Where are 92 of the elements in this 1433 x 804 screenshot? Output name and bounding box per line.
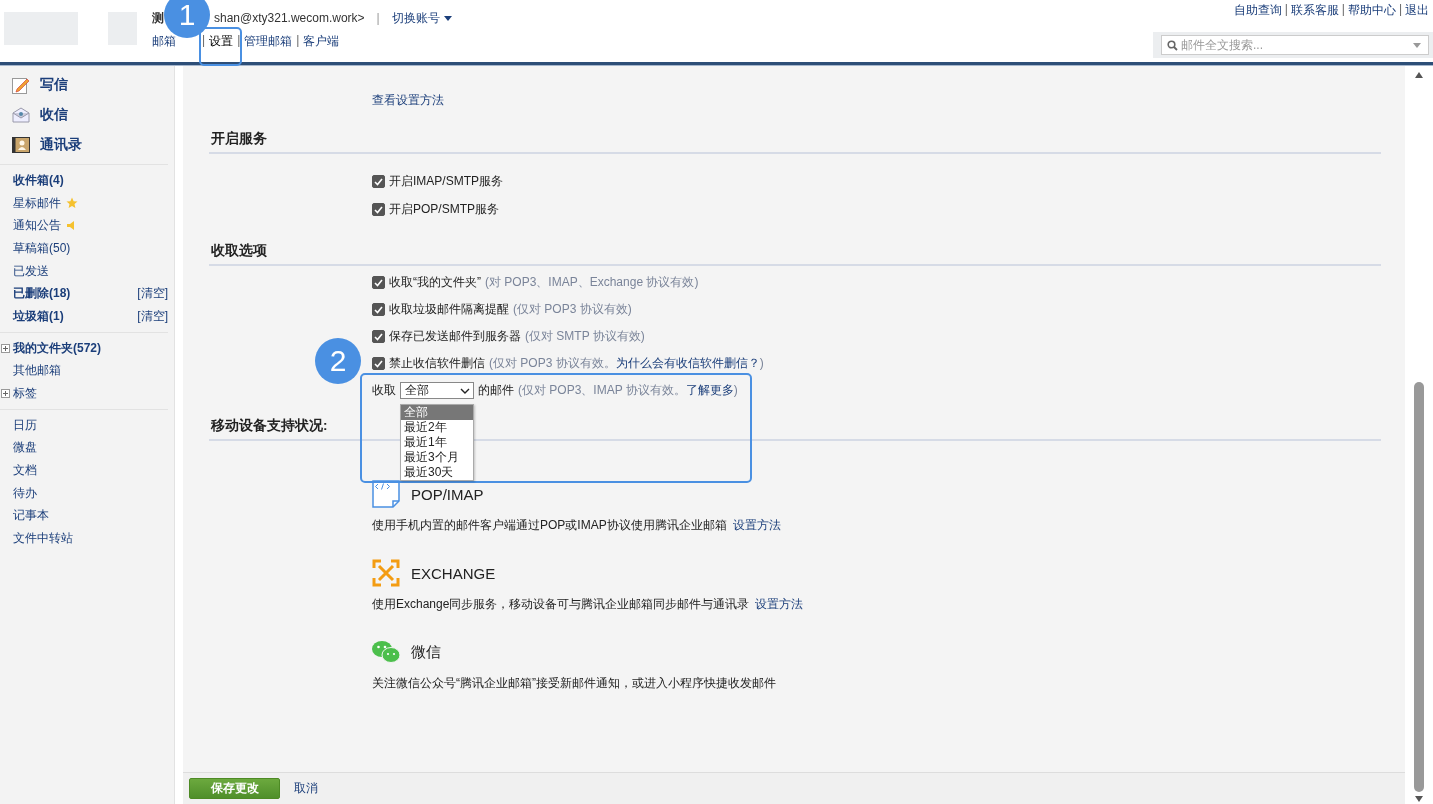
option-label: 开启POP/SMTP服务 [389, 201, 499, 218]
checkbox[interactable] [372, 276, 385, 289]
folder-link[interactable]: 已发送 [13, 262, 49, 280]
envelope-icon [12, 107, 30, 123]
nav-link[interactable]: 管理邮箱 [244, 33, 293, 50]
folder-link[interactable]: 标签 [13, 385, 37, 403]
option-label: 开启IMAP/SMTP服务 [389, 173, 503, 190]
search-field[interactable]: 邮件全文搜索... [1161, 35, 1429, 55]
folder-link[interactable]: 星标邮件 [13, 194, 61, 212]
service-name: EXCHANGE [411, 564, 496, 582]
checkbox[interactable] [372, 330, 385, 343]
top-link[interactable]: 退出 [1405, 2, 1429, 19]
option-label: 禁止收信软件删信 [389, 355, 485, 372]
folder-link[interactable]: 垃圾箱(1) [13, 307, 64, 325]
search-icon [1167, 39, 1178, 51]
option-label: 收取 [372, 382, 396, 399]
tool-link[interactable]: 记事本 [13, 507, 49, 525]
option-label: 的邮件 [478, 382, 514, 399]
folder-link[interactable]: 通知公告 [13, 217, 61, 235]
top-link[interactable]: 联系客服 [1290, 2, 1339, 19]
tool-link[interactable]: 日历 [13, 416, 37, 434]
separator: | [1284, 2, 1288, 18]
empty-folder-link[interactable]: [清空] [137, 285, 168, 303]
folder-link[interactable]: 我的文件夹(572) [13, 339, 101, 357]
service-name: POP/IMAP [411, 485, 484, 503]
chat-bubbles-icon [372, 640, 400, 664]
tool-link[interactable]: 待办 [13, 484, 37, 502]
dropdown-option[interactable]: 最近1年 [401, 435, 473, 450]
caret-icon[interactable] [1413, 42, 1421, 48]
setup-link[interactable]: 设置方法 [755, 596, 804, 613]
nav-link[interactable]: 设置 [209, 33, 234, 50]
scroll-up-icon[interactable] [1415, 72, 1423, 78]
learn-more-link[interactable]: 了解更多 [685, 383, 734, 397]
checkbox[interactable] [372, 357, 385, 370]
section-heading: 开启服务 [209, 130, 1381, 154]
checkbox[interactable] [372, 175, 385, 188]
option-label: 收取垃圾邮件隔离提醒 [389, 301, 509, 318]
option-label: 保存已发送邮件到服务器 [389, 328, 521, 345]
option-note: (仅对 POP3 协议有效) [513, 301, 632, 318]
cancel-link[interactable]: 取消 [294, 780, 318, 797]
folder-link[interactable]: 其他邮箱 [13, 362, 61, 380]
pencil-note-icon [12, 76, 30, 94]
service-name: 微信 [411, 642, 441, 662]
top-link[interactable]: 自助查询 [1233, 2, 1282, 19]
separator: | [296, 33, 300, 49]
separator: | [1398, 2, 1402, 18]
option-note: (仅对 POP3、IMAP 协议有效。了解更多) [518, 382, 738, 399]
expand-icon[interactable] [1, 343, 10, 353]
service-description: 关注微信公众号“腾讯企业邮箱”接受新邮件通知，或进入小程序快捷收发邮件 [372, 675, 776, 692]
contact-card-icon [12, 137, 30, 153]
folder-link[interactable]: 草稿箱(50) [13, 239, 71, 257]
setup-guide-link[interactable]: 查看设置方法 [372, 93, 444, 107]
account-address: shan@xty321.wecom.work> [214, 11, 365, 25]
separator: | [376, 11, 380, 25]
checkbox[interactable] [372, 203, 385, 216]
expand-icon[interactable] [1, 389, 10, 399]
option-note: (对 POP3、IMAP、Exchange 协议有效) [485, 274, 699, 291]
scrollbar-thumb[interactable] [1414, 382, 1424, 792]
empty-folder-link[interactable]: [清空] [137, 307, 168, 325]
option-note: (仅对 POP3 协议有效。为什么会有收信软件删信？) [489, 355, 764, 372]
dropdown-option[interactable]: 全部 [401, 405, 473, 420]
sidebar-action[interactable]: 通讯录 [12, 130, 82, 160]
top-link[interactable]: 帮助中心 [1347, 2, 1396, 19]
star-icon [66, 197, 78, 210]
help-link[interactable]: 为什么会有收信软件删信？ [615, 356, 760, 370]
nav-link[interactable]: 客户端 [303, 33, 340, 50]
tool-link[interactable]: 文档 [13, 462, 37, 480]
folder-link[interactable]: 收件箱(4) [13, 171, 64, 189]
dropdown-option[interactable]: 最近30天 [401, 465, 473, 480]
scroll-down-icon[interactable] [1415, 796, 1423, 802]
chevron-down-icon [460, 387, 470, 394]
separator: | [1341, 2, 1345, 18]
dropdown-option[interactable]: 最近2年 [401, 420, 473, 435]
tool-link[interactable]: 微盘 [13, 439, 37, 457]
folder-link[interactable]: 已删除(18) [13, 285, 71, 303]
service-description: 使用Exchange同步服务，移动设备可与腾讯企业邮箱同步邮件与通讯录 [372, 596, 750, 613]
account-name: 测 [152, 10, 164, 27]
exchange-logo-icon [372, 559, 400, 587]
checkbox[interactable] [372, 303, 385, 316]
option-label: 收取“我的文件夹” [389, 274, 481, 291]
option-note: (仅对 SMTP 协议有效) [525, 328, 645, 345]
sidebar-action[interactable]: 收信 [12, 100, 68, 130]
caret-down-icon [443, 16, 452, 21]
tool-link[interactable]: 文件中转站 [13, 530, 73, 548]
sidebar-action[interactable]: 写信 [12, 70, 68, 100]
service-description: 使用手机内置的邮件客户端通过POP或IMAP协议使用腾讯企业邮箱 [372, 517, 727, 534]
range-dropdown[interactable]: 全部 [400, 382, 474, 399]
switch-account-link[interactable]: 切换账号 [391, 10, 452, 27]
section-heading: 收取选项 [209, 242, 1381, 266]
dropdown-option[interactable]: 最近3个月 [401, 450, 473, 465]
setup-link[interactable]: 设置方法 [732, 517, 781, 534]
separator: | [237, 33, 241, 49]
